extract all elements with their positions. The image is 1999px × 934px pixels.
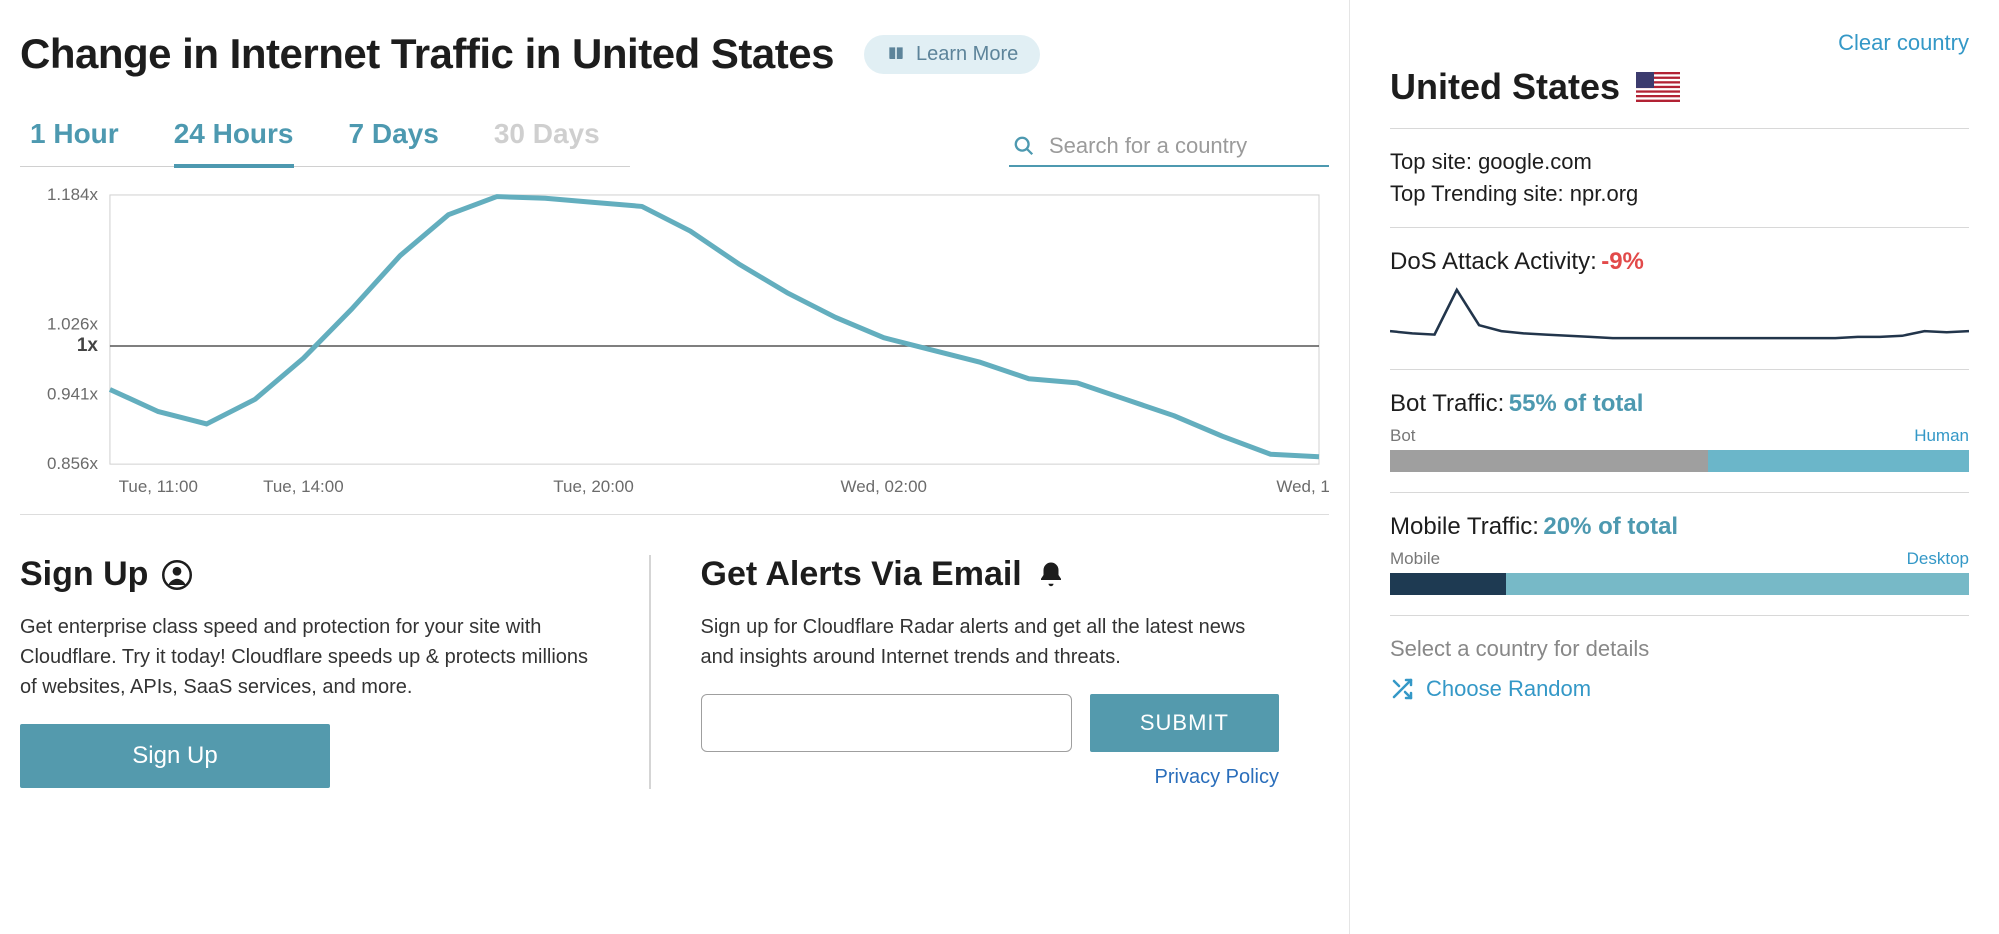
time-range-tabs: 1 Hour 24 Hours 7 Days 30 Days <box>20 108 630 167</box>
svg-text:Tue, 14:00: Tue, 14:00 <box>263 477 344 496</box>
email-input[interactable] <box>701 694 1072 752</box>
signup-desc: Get enterprise class speed and protectio… <box>20 612 599 702</box>
dos-metric: DoS Attack Activity: -9% <box>1390 248 1969 276</box>
svg-text:1.184x: 1.184x <box>47 185 98 204</box>
shuffle-icon <box>1390 677 1414 701</box>
mobile-left-label: Mobile <box>1390 549 1440 569</box>
tab-24-hours[interactable]: 24 Hours <box>174 108 294 168</box>
book-icon <box>886 44 906 64</box>
mobile-metric: Mobile Traffic: 20% of total <box>1390 513 1969 541</box>
search-input[interactable] <box>1049 133 1309 159</box>
signup-button[interactable]: Sign Up <box>20 724 330 788</box>
choose-random-label: Choose Random <box>1426 676 1591 702</box>
us-flag-icon <box>1636 72 1680 102</box>
search-icon <box>1013 135 1035 157</box>
svg-text:1x: 1x <box>77 335 99 356</box>
bot-left-label: Bot <box>1390 426 1416 446</box>
tab-7-days[interactable]: 7 Days <box>349 108 439 168</box>
learn-more-button[interactable]: Learn More <box>864 35 1040 74</box>
bell-icon <box>1036 560 1066 590</box>
mobile-traffic-bar <box>1390 573 1969 595</box>
trending-site: Top Trending site: npr.org <box>1390 181 1969 207</box>
svg-text:Tue, 20:00: Tue, 20:00 <box>553 477 634 496</box>
bot-traffic-bar <box>1390 450 1969 472</box>
top-site: Top site: google.com <box>1390 149 1969 175</box>
svg-text:Wed, 11:00: Wed, 11:00 <box>1276 477 1329 496</box>
clear-country-link[interactable]: Clear country <box>1838 30 1969 56</box>
choose-random-link[interactable]: Choose Random <box>1390 676 1591 702</box>
svg-text:0.941x: 0.941x <box>47 384 98 403</box>
submit-button[interactable]: SUBMIT <box>1090 694 1279 752</box>
traffic-chart: 0.856x 0.941x 1x1.026x 1.184x Tue, 11:00 Tue,… <box>20 185 1329 515</box>
signup-title: Sign Up <box>20 555 148 594</box>
alerts-card: Get Alerts Via Email Sign up for Cloudfl… <box>649 555 1330 789</box>
select-country-msg: Select a country for details <box>1390 636 1969 662</box>
tab-30-days: 30 Days <box>494 108 600 168</box>
alerts-desc: Sign up for Cloudflare Radar alerts and … <box>701 612 1280 672</box>
svg-text:Wed, 02:00: Wed, 02:00 <box>840 477 927 496</box>
country-search[interactable] <box>1009 127 1329 167</box>
bot-right-label: Human <box>1914 426 1969 446</box>
svg-text:0.856x: 0.856x <box>47 454 98 473</box>
page-title: Change in Internet Traffic in United Sta… <box>20 30 834 78</box>
tab-1-hour[interactable]: 1 Hour <box>30 108 119 168</box>
user-circle-icon <box>162 560 192 590</box>
svg-text:Tue, 11:00: Tue, 11:00 <box>119 477 198 496</box>
alerts-title: Get Alerts Via Email <box>701 555 1022 594</box>
signup-card: Sign Up Get enterprise class speed and p… <box>20 555 649 789</box>
privacy-link[interactable]: Privacy Policy <box>701 766 1280 789</box>
dos-sparkline <box>1390 284 1969 344</box>
svg-text:1.026x: 1.026x <box>47 315 98 334</box>
learn-more-label: Learn More <box>916 43 1018 66</box>
mobile-right-label: Desktop <box>1907 549 1969 569</box>
country-name: United States <box>1390 66 1620 108</box>
bot-metric: Bot Traffic: 55% of total <box>1390 390 1969 418</box>
